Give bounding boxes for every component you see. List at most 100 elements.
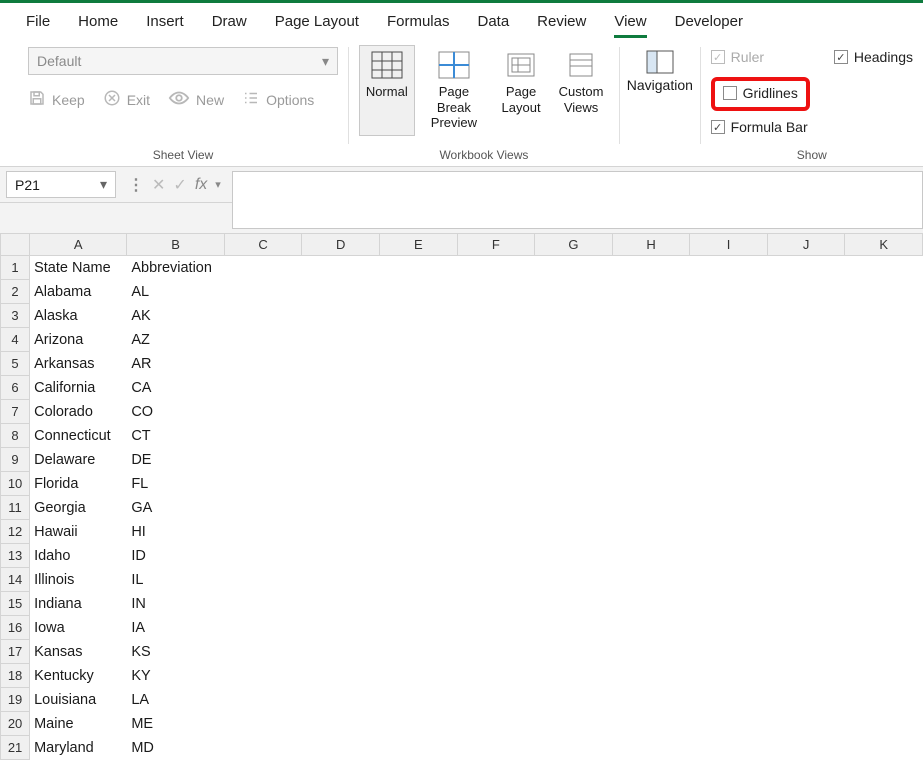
cell[interactable]	[457, 568, 535, 592]
cell[interactable]	[380, 664, 458, 688]
cell[interactable]	[302, 736, 380, 760]
cell[interactable]	[535, 400, 613, 424]
cell[interactable]: GA	[127, 496, 224, 520]
cell[interactable]	[845, 688, 923, 712]
cell[interactable]	[767, 736, 845, 760]
cell[interactable]	[457, 736, 535, 760]
cell[interactable]: Florida	[30, 472, 127, 496]
cell[interactable]	[845, 328, 923, 352]
cell[interactable]	[457, 544, 535, 568]
cell[interactable]	[224, 496, 302, 520]
cell[interactable]	[224, 640, 302, 664]
cell[interactable]: AL	[127, 280, 224, 304]
cell[interactable]	[302, 400, 380, 424]
cell[interactable]	[302, 280, 380, 304]
cell[interactable]	[690, 376, 768, 400]
cell[interactable]	[535, 736, 613, 760]
cell[interactable]	[690, 352, 768, 376]
cell[interactable]	[767, 472, 845, 496]
cell[interactable]	[690, 736, 768, 760]
cell[interactable]: CT	[127, 424, 224, 448]
cell[interactable]	[690, 664, 768, 688]
cell[interactable]	[535, 616, 613, 640]
cell[interactable]	[302, 376, 380, 400]
cell[interactable]: Iowa	[30, 616, 127, 640]
cell[interactable]	[612, 280, 690, 304]
cell[interactable]: ME	[127, 712, 224, 736]
cell[interactable]	[767, 640, 845, 664]
cell[interactable]	[690, 304, 768, 328]
cell[interactable]	[457, 472, 535, 496]
row-header[interactable]: 10	[1, 472, 30, 496]
sheet-view-dropdown[interactable]: Default ▾	[28, 47, 338, 75]
formula-bar-checkbox[interactable]: Formula Bar	[711, 119, 810, 135]
cell[interactable]: Hawaii	[30, 520, 127, 544]
cell[interactable]	[767, 592, 845, 616]
cell[interactable]	[457, 328, 535, 352]
cell[interactable]: Georgia	[30, 496, 127, 520]
cell[interactable]	[845, 544, 923, 568]
tab-data[interactable]: Data	[463, 9, 523, 38]
cell[interactable]: KY	[127, 664, 224, 688]
cell[interactable]	[535, 688, 613, 712]
cell[interactable]	[224, 400, 302, 424]
row-header[interactable]: 2	[1, 280, 30, 304]
cell[interactable]	[457, 400, 535, 424]
cell[interactable]	[767, 280, 845, 304]
cell[interactable]: IN	[127, 592, 224, 616]
row-header[interactable]: 1	[1, 256, 30, 280]
cell[interactable]	[380, 400, 458, 424]
cell[interactable]	[535, 664, 613, 688]
row-header[interactable]: 16	[1, 616, 30, 640]
cell[interactable]	[224, 712, 302, 736]
row-header[interactable]: 18	[1, 664, 30, 688]
row-header[interactable]: 7	[1, 400, 30, 424]
cell[interactable]	[457, 520, 535, 544]
cell[interactable]	[612, 520, 690, 544]
cell[interactable]	[380, 688, 458, 712]
tab-review[interactable]: Review	[523, 9, 600, 38]
cell[interactable]	[612, 256, 690, 280]
cell[interactable]	[845, 496, 923, 520]
row-header[interactable]: 11	[1, 496, 30, 520]
cell[interactable]	[535, 448, 613, 472]
chevron-down-icon[interactable]: ▾	[215, 178, 221, 191]
cell[interactable]: Colorado	[30, 400, 127, 424]
cell[interactable]: Arizona	[30, 328, 127, 352]
cell[interactable]	[380, 520, 458, 544]
cell[interactable]	[612, 568, 690, 592]
cell[interactable]	[767, 424, 845, 448]
cell[interactable]	[845, 664, 923, 688]
column-header[interactable]: J	[767, 234, 845, 256]
cell[interactable]	[457, 688, 535, 712]
cell[interactable]	[224, 664, 302, 688]
cell[interactable]	[302, 520, 380, 544]
cell[interactable]	[767, 304, 845, 328]
cell[interactable]	[380, 448, 458, 472]
column-header[interactable]: E	[380, 234, 458, 256]
cell[interactable]: Alabama	[30, 280, 127, 304]
row-header[interactable]: 15	[1, 592, 30, 616]
cell[interactable]	[457, 448, 535, 472]
cell[interactable]	[690, 688, 768, 712]
cell[interactable]	[690, 544, 768, 568]
cell[interactable]	[690, 424, 768, 448]
tab-view[interactable]: View	[600, 9, 660, 38]
cell[interactable]	[690, 280, 768, 304]
cell[interactable]	[224, 472, 302, 496]
cell[interactable]: Delaware	[30, 448, 127, 472]
cell[interactable]	[612, 640, 690, 664]
cell[interactable]: Maryland	[30, 736, 127, 760]
cell[interactable]	[690, 328, 768, 352]
row-header[interactable]: 14	[1, 568, 30, 592]
cell[interactable]	[380, 616, 458, 640]
cell[interactable]	[380, 640, 458, 664]
cell[interactable]	[767, 352, 845, 376]
cell[interactable]	[302, 304, 380, 328]
cell[interactable]: MD	[127, 736, 224, 760]
cell[interactable]: Idaho	[30, 544, 127, 568]
cell[interactable]	[690, 520, 768, 544]
cell[interactable]	[612, 424, 690, 448]
tab-draw[interactable]: Draw	[198, 9, 261, 38]
row-header[interactable]: 17	[1, 640, 30, 664]
